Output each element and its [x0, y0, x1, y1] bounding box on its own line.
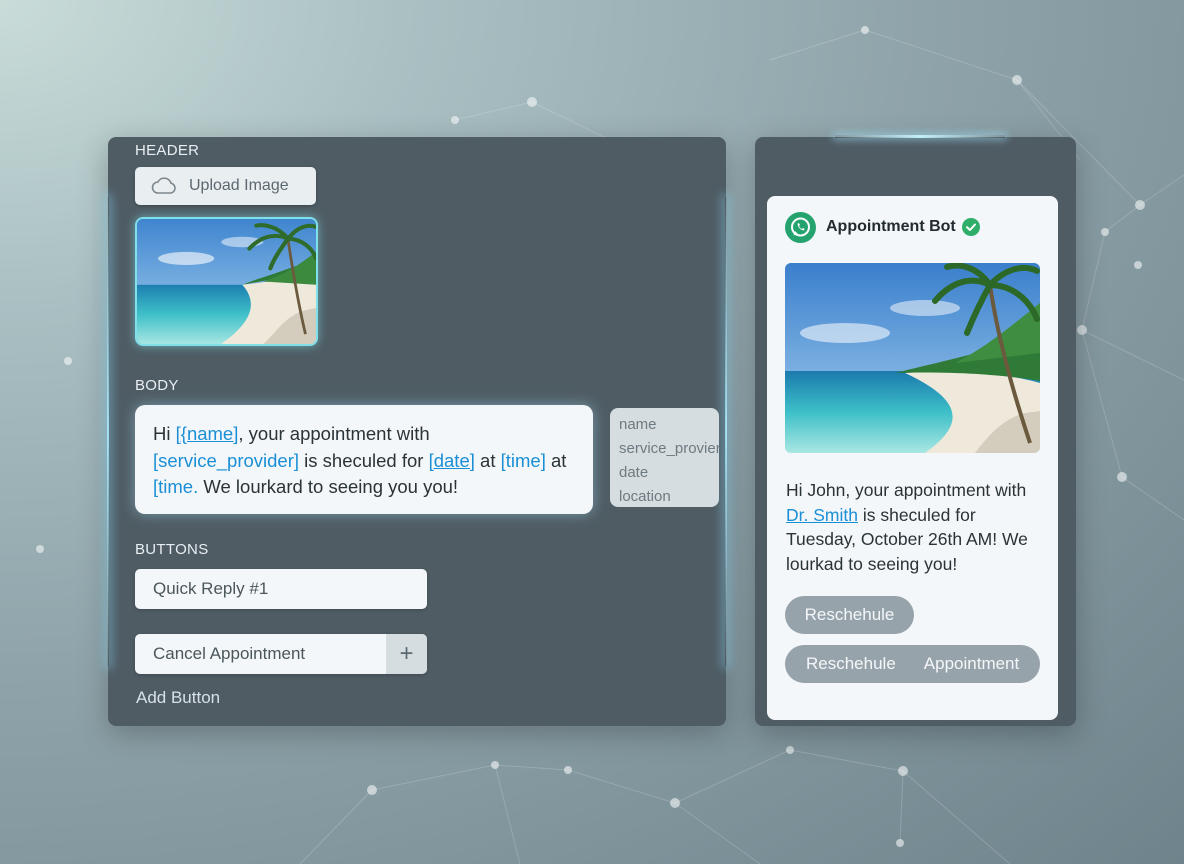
panel-glow-right [725, 197, 727, 666]
add-plus-button[interactable]: + [386, 634, 427, 674]
quick-reply-button-field[interactable]: Quick Reply #1 [135, 569, 427, 609]
panel-glow-top [835, 135, 1005, 138]
body-text-segment: is sheculed for [299, 449, 429, 471]
message-text-segment: Hi John, your appointment with [786, 480, 1027, 500]
upload-image-label: Upload Image [189, 177, 289, 194]
bot-name: Appointment Bot [826, 218, 956, 235]
reschedule-quick-reply-button[interactable]: Reschehule [785, 596, 914, 634]
variable-date-tag[interactable]: [date] [429, 450, 475, 471]
buttons-section-label: BUTTONS [135, 541, 209, 558]
verified-check-icon [961, 218, 980, 236]
template-editor-panel: HEADER Upload Image BODY Hi [{name], you… [107, 137, 727, 726]
add-button-link[interactable]: Add Button [136, 688, 220, 708]
variable-option-date[interactable]: date [619, 461, 719, 485]
whatsapp-icon [785, 211, 816, 243]
upload-image-button[interactable]: Upload Image [135, 167, 316, 205]
message-card: Appointment Bot Hi John, your appointmen… [767, 196, 1058, 720]
chat-header: Appointment Bot [785, 211, 980, 243]
variable-name-tag[interactable]: [{name] [176, 423, 239, 444]
variable-suggestions-list: name service_provier date location [610, 408, 719, 507]
variable-time-tag[interactable]: [time] [501, 450, 546, 471]
body-text-editor[interactable]: Hi [{name], your appointment with [servi… [135, 405, 593, 514]
body-text-segment: at [545, 449, 567, 471]
reschedule-label: Reschehule [804, 605, 895, 624]
cloud-icon [151, 177, 176, 194]
quick-reply-label: Quick Reply #1 [153, 579, 269, 598]
header-section-label: HEADER [135, 142, 200, 159]
body-section-label: BODY [135, 377, 179, 394]
variable-option-location[interactable]: location [619, 485, 719, 507]
body-text-segment: at [474, 449, 501, 471]
body-text-segment: Hi [153, 423, 176, 444]
message-body-preview: Hi John, your appointment with Dr. Smith… [786, 478, 1048, 576]
reschedule-label: Reschehule [806, 654, 896, 673]
beach-image [785, 263, 1040, 453]
plus-icon: + [399, 640, 414, 667]
appointment-label: Appointment [923, 654, 1020, 673]
cancel-appointment-label: Cancel Appointment [153, 644, 306, 663]
header-image-preview [785, 263, 1040, 453]
reschedule-appointment-button[interactable]: Reschehule Appointment [785, 645, 1040, 683]
message-preview-panel: Appointment Bot Hi John, your appointmen… [755, 135, 1076, 726]
variable-service-provider-tag[interactable]: [service_provider] [153, 450, 299, 471]
variable-option-service-provider[interactable]: service_provier [619, 437, 719, 461]
provider-link[interactable]: Dr. Smith [786, 505, 858, 525]
body-text-segment: We lourkard to seeing you you! [198, 476, 459, 497]
cancel-appointment-button-field[interactable]: Cancel Appointment + [135, 634, 427, 674]
header-image-thumbnail[interactable] [135, 217, 318, 346]
variable-time-tag[interactable]: [time. [153, 476, 198, 497]
beach-image [137, 219, 316, 344]
variable-option-name[interactable]: name [619, 413, 719, 437]
body-text-segment: , your appointment with [238, 423, 430, 444]
panel-glow-left [107, 197, 109, 666]
